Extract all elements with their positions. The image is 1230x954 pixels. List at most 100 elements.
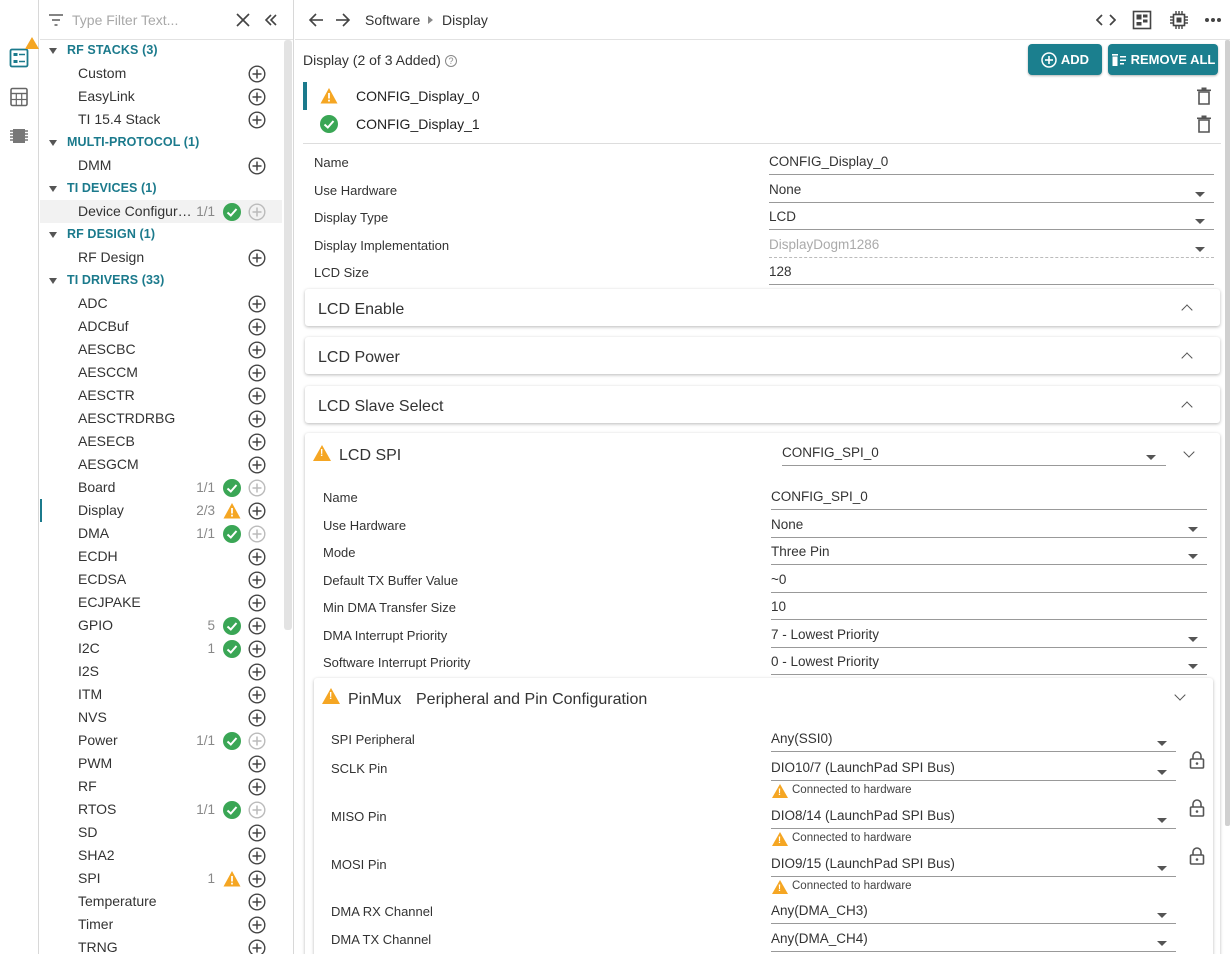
add-circle-icon[interactable] bbox=[248, 364, 266, 382]
tree-category-ti-devices-1[interactable]: TI DEVICES (1) bbox=[40, 177, 282, 200]
board-view-icon[interactable] bbox=[1132, 10, 1152, 30]
sidebar-item-ti-15-4-stack[interactable]: TI 15.4 Stack bbox=[40, 108, 282, 131]
calculator-icon[interactable] bbox=[7, 85, 31, 109]
forward-arrow-icon[interactable] bbox=[333, 10, 353, 30]
add-circle-icon[interactable] bbox=[248, 709, 266, 727]
add-circle-icon[interactable] bbox=[248, 249, 266, 267]
field-value[interactable]: DIO8/14 (LaunchPad SPI Bus) bbox=[771, 808, 1176, 829]
add-circle-icon[interactable] bbox=[248, 778, 266, 796]
pinmux-field-mosi-pin[interactable]: MOSI Pin DIO9/15 (LaunchPad SPI Bus) Conne… bbox=[331, 847, 1211, 894]
add-circle-icon[interactable] bbox=[248, 295, 266, 313]
add-circle-icon[interactable] bbox=[248, 824, 266, 842]
sidebar-item-ecdh[interactable]: ECDH bbox=[40, 545, 282, 568]
sidebar-item-dmm[interactable]: DMM bbox=[40, 154, 282, 177]
spi-field-default-tx-buffer-value[interactable]: Default TX Buffer Value ~0 bbox=[323, 569, 1208, 593]
sidebar-item-sha2[interactable]: SHA2 bbox=[40, 844, 282, 867]
add-circle-icon[interactable] bbox=[248, 65, 266, 83]
clear-icon[interactable] bbox=[233, 10, 253, 30]
spi-field-mode[interactable]: Mode Three Pin bbox=[323, 541, 1208, 565]
instance-row-config-display-1[interactable]: CONFIG_Display_1 bbox=[303, 110, 1223, 138]
sidebar-item-aesecb[interactable]: AESECB bbox=[40, 430, 282, 453]
sidebar-item-ecdsa[interactable]: ECDSA bbox=[40, 568, 282, 591]
sidebar-item-board[interactable]: Board 1/1 bbox=[40, 476, 282, 499]
field-value[interactable]: Any(DMA_CH3) bbox=[771, 903, 1176, 924]
pinmux-field-sclk-pin[interactable]: SCLK Pin DIO10/7 (LaunchPad SPI Bus) Conne… bbox=[331, 751, 1211, 798]
chevron-down-icon[interactable] bbox=[1174, 689, 1186, 701]
sidebar-item-aesgcm[interactable]: AESGCM bbox=[40, 453, 282, 476]
caret-down-icon[interactable] bbox=[49, 140, 57, 146]
sidebar-item-aesctr[interactable]: AESCTR bbox=[40, 384, 282, 407]
chevron-up-icon[interactable] bbox=[1181, 304, 1193, 316]
add-circle-icon[interactable] bbox=[248, 318, 266, 336]
help-icon[interactable]: ? bbox=[445, 55, 457, 67]
add-circle-icon[interactable] bbox=[248, 157, 266, 175]
add-circle-icon[interactable] bbox=[248, 847, 266, 865]
trash-icon[interactable] bbox=[1196, 115, 1212, 133]
add-circle-icon[interactable] bbox=[248, 617, 266, 635]
spi-field-software-interrupt-priority[interactable]: Software Interrupt Priority 0 - Lowest Pr… bbox=[323, 651, 1208, 675]
spi-field-use-hardware[interactable]: Use Hardware None bbox=[323, 514, 1208, 538]
sidebar-item-custom[interactable]: Custom bbox=[40, 62, 282, 85]
add-circle-icon[interactable] bbox=[248, 456, 266, 474]
lock-icon[interactable] bbox=[1189, 847, 1205, 865]
field-value[interactable]: LCD bbox=[769, 209, 1214, 230]
caret-down-icon[interactable] bbox=[49, 48, 57, 54]
spi-field-dma-interrupt-priority[interactable]: DMA Interrupt Priority 7 - Lowest Priorit… bbox=[323, 624, 1208, 648]
field-name[interactable]: Name CONFIG_Display_0 bbox=[314, 151, 1214, 175]
field-display-type[interactable]: Display Type LCD bbox=[314, 206, 1214, 230]
lcd-power-panel[interactable]: LCD Power bbox=[305, 337, 1220, 374]
field-value[interactable]: 10 bbox=[771, 599, 1207, 620]
sidebar-item-sd[interactable]: SD bbox=[40, 821, 282, 844]
sidebar-item-display[interactable]: Display 2/3 bbox=[40, 499, 282, 522]
field-value[interactable]: None bbox=[769, 182, 1214, 203]
sidebar-item-rf-design[interactable]: RF Design bbox=[40, 246, 282, 269]
add-circle-icon[interactable] bbox=[248, 755, 266, 773]
tree-category-multi-protocol-1[interactable]: MULTI-PROTOCOL (1) bbox=[40, 131, 282, 154]
add-circle-icon[interactable] bbox=[248, 916, 266, 934]
add-circle-icon[interactable] bbox=[248, 640, 266, 658]
sidebar-item-rf[interactable]: RF bbox=[40, 775, 282, 798]
sidebar-item-power[interactable]: Power 1/1 bbox=[40, 729, 282, 752]
sidebar-item-aesccm[interactable]: AESCCM bbox=[40, 361, 282, 384]
field-value[interactable]: CONFIG_Display_0 bbox=[769, 154, 1214, 175]
field-use-hardware[interactable]: Use Hardware None bbox=[314, 179, 1214, 203]
lock-icon[interactable] bbox=[1189, 799, 1205, 817]
sidebar-item-adcbuf[interactable]: ADCBuf bbox=[40, 315, 282, 338]
field-display-implementation[interactable]: Display Implementation DisplayDogm1286 bbox=[314, 234, 1214, 258]
trash-icon[interactable] bbox=[1196, 87, 1212, 105]
add-circle-icon[interactable] bbox=[248, 870, 266, 888]
chevron-down-icon[interactable] bbox=[1183, 446, 1195, 458]
sidebar-item-timer[interactable]: Timer bbox=[40, 913, 282, 936]
add-circle-icon[interactable] bbox=[248, 502, 266, 520]
sidebar-item-itm[interactable]: ITM bbox=[40, 683, 282, 706]
field-value[interactable]: CONFIG_SPI_0 bbox=[771, 489, 1207, 510]
field-value[interactable]: Any(SSI0) bbox=[771, 731, 1176, 752]
field-lcd-size[interactable]: LCD Size 128 bbox=[314, 261, 1214, 285]
chip-icon[interactable] bbox=[7, 124, 31, 148]
add-circle-icon[interactable] bbox=[248, 433, 266, 451]
field-value[interactable]: 0 - Lowest Priority bbox=[771, 654, 1207, 675]
sidebar-item-easylink[interactable]: EasyLink bbox=[40, 85, 282, 108]
add-circle-icon[interactable] bbox=[248, 341, 266, 359]
add-circle-icon[interactable] bbox=[248, 548, 266, 566]
add-circle-icon[interactable] bbox=[248, 732, 266, 750]
sidebar-item-aesctrdrbg[interactable]: AESCTRDRBG bbox=[40, 407, 282, 430]
add-circle-icon[interactable] bbox=[248, 410, 266, 428]
filter-input[interactable] bbox=[72, 9, 222, 31]
more-options-icon[interactable] bbox=[1203, 10, 1223, 30]
pinmux-field-dma-rx-channel[interactable]: DMA RX Channel Any(DMA_CH3) bbox=[331, 900, 1211, 924]
pinmux-field-miso-pin[interactable]: MISO Pin DIO8/14 (LaunchPad SPI Bus) Conne… bbox=[331, 799, 1211, 846]
pinmux-field-spi-peripheral[interactable]: SPI Peripheral Any(SSI0) bbox=[331, 728, 1211, 752]
instance-row-config-display-0[interactable]: CONFIG_Display_0 bbox=[303, 82, 1223, 110]
add-circle-icon[interactable] bbox=[248, 88, 266, 106]
caret-down-icon[interactable] bbox=[49, 232, 57, 238]
lcd-enable-panel[interactable]: LCD Enable bbox=[305, 289, 1220, 326]
tree-category-ti-drivers-33[interactable]: TI DRIVERS (33) bbox=[40, 269, 282, 292]
lcd-spi-select[interactable]: CONFIG_SPI_0 bbox=[782, 442, 1166, 466]
caret-down-icon[interactable] bbox=[49, 186, 57, 192]
spi-field-name[interactable]: Name CONFIG_SPI_0 bbox=[323, 486, 1208, 510]
sidebar-item-i2s[interactable]: I2S bbox=[40, 660, 282, 683]
sidebar-item-aescbc[interactable]: AESCBC bbox=[40, 338, 282, 361]
pinmux-field-dma-tx-channel[interactable]: DMA TX Channel Any(DMA_CH4) bbox=[331, 928, 1211, 952]
field-value[interactable]: DIO10/7 (LaunchPad SPI Bus) bbox=[771, 760, 1176, 781]
